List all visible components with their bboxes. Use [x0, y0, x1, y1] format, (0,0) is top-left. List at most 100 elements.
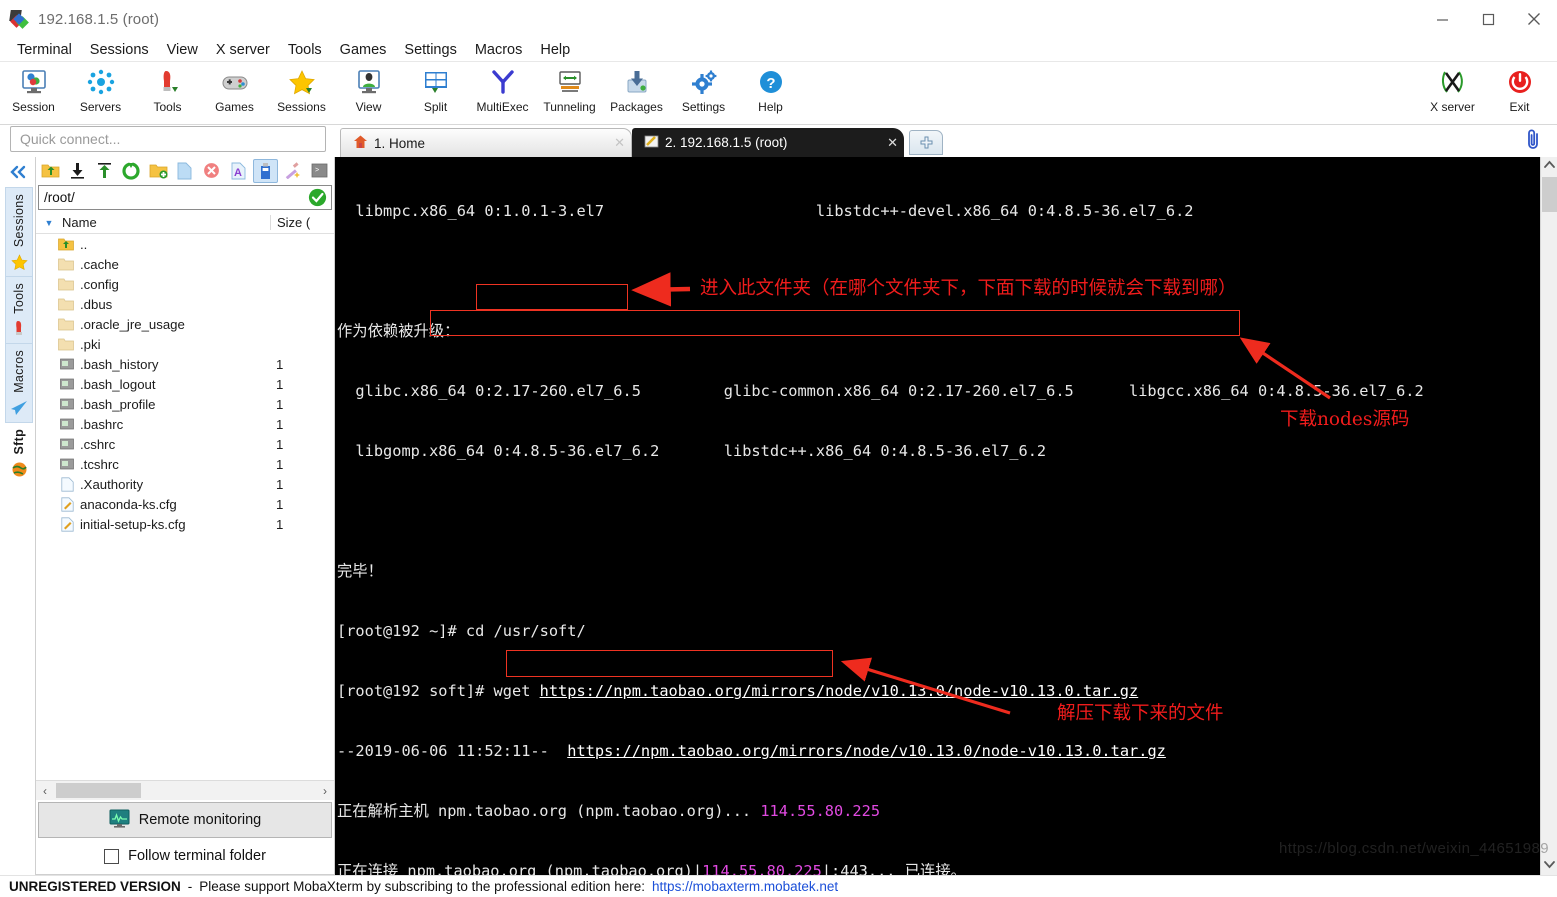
file-list[interactable]: .. .cache .config .dbus .oracle_jre_usag… — [36, 234, 334, 780]
toolbar-button-session[interactable]: Session — [0, 65, 67, 114]
usb-drive-icon[interactable] — [252, 158, 279, 183]
minimize-button[interactable] — [1419, 0, 1465, 38]
rail-tab-sftp[interactable]: Sftp — [5, 422, 33, 484]
list-item[interactable]: .bash_history 1 — [36, 354, 334, 374]
rail-tab-sessions[interactable]: Sessions — [5, 187, 33, 277]
wget-url-link[interactable]: https://npm.taobao.org/mirrors/node/v10.… — [540, 682, 1139, 700]
list-item[interactable]: .pki — [36, 334, 334, 354]
toolbar-button-games[interactable]: Games — [201, 65, 268, 114]
delete-icon[interactable] — [199, 159, 225, 183]
new-file-icon[interactable] — [172, 159, 198, 183]
tab-home[interactable]: 1. Home ✕ — [340, 128, 632, 157]
toolbar-button-help[interactable]: ? Help — [737, 65, 804, 114]
toolbar-button-split[interactable]: Split — [402, 65, 469, 114]
maximize-button[interactable] — [1465, 0, 1511, 38]
file-name: .Xauthority — [80, 476, 144, 492]
toolbar-button-view[interactable]: View — [335, 65, 402, 114]
toolbar-button-tunneling[interactable]: Tunneling — [536, 65, 603, 114]
refresh-icon[interactable] — [118, 159, 144, 183]
file-name: .tcshrc — [80, 456, 119, 472]
tunneling-icon — [556, 67, 584, 97]
list-item[interactable]: .config — [36, 274, 334, 294]
scrollbar-thumb[interactable] — [1542, 177, 1557, 212]
menu-sessions[interactable]: Sessions — [81, 40, 158, 60]
tab-close-icon[interactable]: ✕ — [883, 135, 898, 151]
sftp-path-value: /root/ — [44, 190, 75, 205]
menu-x-server[interactable]: X server — [207, 40, 279, 60]
list-item[interactable]: .bash_profile 1 — [36, 394, 334, 414]
toolbar: Session Servers Tools Games Sessions Vie… — [0, 62, 1557, 125]
scroll-left-arrow-icon[interactable]: ‹ — [36, 784, 54, 798]
file-name: .cshrc — [80, 436, 116, 452]
home-icon — [353, 134, 368, 152]
column-name[interactable]: Name — [62, 215, 270, 230]
menu-terminal[interactable]: Terminal — [8, 40, 81, 60]
new-tab-button[interactable] — [909, 130, 943, 155]
toolbar-button-multiexec[interactable]: MultiExec — [469, 65, 536, 114]
list-item[interactable]: anaconda-ks.cfg 1 — [36, 494, 334, 514]
follow-terminal-folder-row[interactable]: Follow terminal folder — [36, 838, 334, 874]
column-size[interactable]: Size ( — [270, 215, 334, 230]
check-circle-icon[interactable] — [308, 188, 327, 210]
toolbar-button-packages[interactable]: Packages — [603, 65, 670, 114]
list-item[interactable]: .cache — [36, 254, 334, 274]
scroll-up-arrow-icon[interactable] — [1543, 160, 1555, 172]
tab-close-icon[interactable]: ✕ — [610, 135, 625, 151]
upload-icon[interactable] — [92, 159, 118, 183]
menu-macros[interactable]: Macros — [466, 40, 532, 60]
file-name: .oracle_jre_usage — [80, 316, 185, 332]
download-icon[interactable] — [65, 159, 91, 183]
terminal-icon[interactable]: > — [306, 159, 332, 183]
list-item[interactable]: initial-setup-ks.cfg 1 — [36, 514, 334, 534]
file-size: 1 — [276, 376, 284, 392]
toolbar-button-sessions[interactable]: Sessions — [268, 65, 335, 114]
toolbar-button-settings[interactable]: Settings — [670, 65, 737, 114]
toolbar-button-tools[interactable]: Tools — [134, 65, 201, 114]
parent-folder-icon[interactable] — [38, 159, 64, 183]
magic-wand-icon[interactable] — [279, 159, 305, 183]
collapse-sidebar-button[interactable] — [0, 157, 35, 187]
quick-connect-input[interactable]: Quick connect... — [10, 126, 326, 152]
power-exit-icon — [1506, 67, 1534, 97]
sort-arrow-icon[interactable]: ▼ — [36, 218, 62, 228]
toolbar-button-x-server[interactable]: X server — [1419, 65, 1486, 114]
toolbar-button-servers[interactable]: Servers — [67, 65, 134, 114]
scroll-down-arrow-icon[interactable] — [1543, 860, 1555, 872]
menu-settings[interactable]: Settings — [395, 40, 465, 60]
svg-text:A: A — [234, 167, 242, 179]
status-link[interactable]: https://mobaxterm.mobatek.net — [652, 879, 838, 894]
remote-monitoring-button[interactable]: Remote monitoring — [38, 802, 332, 838]
scroll-right-arrow-icon[interactable]: › — [316, 784, 334, 798]
list-item[interactable]: .. — [36, 234, 334, 254]
terminal-vertical-scrollbar[interactable] — [1540, 157, 1557, 875]
rail-tab-tools[interactable]: Tools — [5, 276, 33, 343]
text-edit-icon[interactable]: A — [226, 159, 252, 183]
list-item[interactable]: .tcshrc 1 — [36, 454, 334, 474]
toolbar-label: Tunneling — [543, 100, 596, 114]
new-folder-icon[interactable] — [145, 159, 171, 183]
list-item[interactable]: .cshrc 1 — [36, 434, 334, 454]
list-item[interactable]: .dbus — [36, 294, 334, 314]
menu-games[interactable]: Games — [331, 40, 396, 60]
menu-help[interactable]: Help — [531, 40, 579, 60]
list-item[interactable]: .bash_logout 1 — [36, 374, 334, 394]
close-button[interactable] — [1511, 0, 1557, 38]
terminal-output[interactable]: libmpc.x86_64 0:1.0.1-3.el7 libstdc++-de… — [335, 157, 1540, 875]
list-item[interactable]: .Xauthority 1 — [36, 474, 334, 494]
terminal-line: libgomp.x86_64 0:4.8.5-36.el7_6.2 libstd… — [337, 442, 1047, 460]
toolbar-button-exit[interactable]: Exit — [1486, 65, 1553, 114]
list-item[interactable]: .bashrc 1 — [36, 414, 334, 434]
multiexec-fork-icon — [489, 67, 517, 97]
follow-terminal-folder-checkbox[interactable] — [104, 848, 120, 864]
menu-view[interactable]: View — [158, 40, 207, 60]
tab-ssh-session[interactable]: 2. 192.168.1.5 (root) ✕ — [632, 128, 904, 157]
rail-tab-macros[interactable]: Macros — [5, 342, 33, 423]
menu-tools[interactable]: Tools — [279, 40, 331, 60]
scrollbar-thumb[interactable] — [56, 783, 141, 798]
file-list-horizontal-scrollbar[interactable]: ‹ › — [36, 780, 334, 800]
attachment-clip-icon[interactable] — [1524, 129, 1543, 156]
list-item[interactable]: .oracle_jre_usage — [36, 314, 334, 334]
sftp-path-input[interactable]: /root/ — [38, 185, 332, 210]
help-question-icon: ? — [757, 67, 785, 97]
url-link[interactable]: https://npm.taobao.org/mirrors/node/v10.… — [567, 742, 1166, 760]
